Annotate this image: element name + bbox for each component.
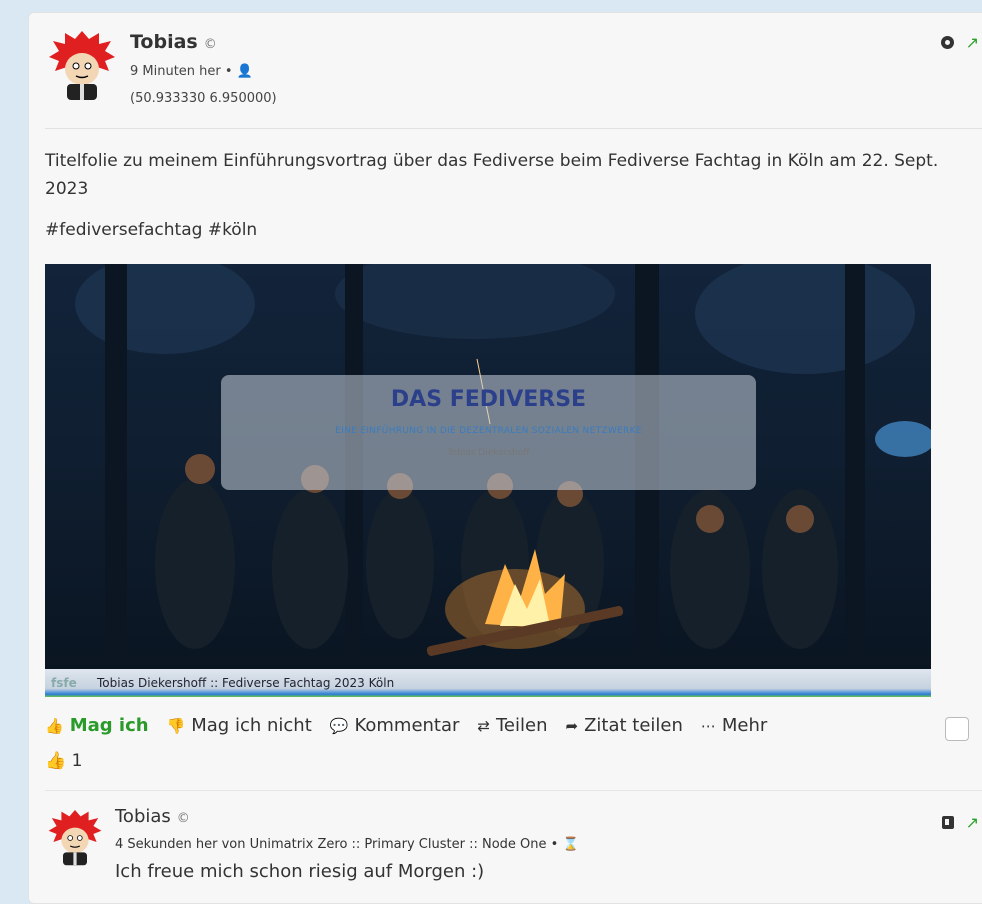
comment-author-text[interactable]: Tobias xyxy=(115,806,171,827)
post-coordinates: (50.933330 6.950000) xyxy=(130,91,277,106)
external-link-icon[interactable]: ↗ xyxy=(966,33,979,52)
post-meta: 9 Minuten her • 👤 xyxy=(130,64,253,79)
comment-divider xyxy=(45,790,982,791)
ellipsis-icon: ⋯ xyxy=(700,716,716,735)
comment-label: Kommentar xyxy=(354,715,460,736)
thumbs-up-icon: 👍 xyxy=(45,716,64,735)
post-body: Titelfolie zu meinem Einführungsvortrag … xyxy=(45,151,939,199)
more-button[interactable]: ⋯ Mehr xyxy=(701,715,767,736)
comment-author-avatar[interactable] xyxy=(47,808,103,868)
post-time[interactable]: 9 Minuten her xyxy=(130,64,221,79)
more-label: Mehr xyxy=(721,715,768,736)
like-button[interactable]: 👍 Mag ich xyxy=(45,715,149,736)
thumbs-up-icon: 👍 xyxy=(45,751,67,771)
comment-meta-text[interactable]: 4 Sekunden her von Unimatrix Zero :: Pri… xyxy=(115,837,547,852)
slide-footer: fsfe Tobias Diekershoff :: Fediverse Fac… xyxy=(45,669,931,697)
creative-commons-icon: © xyxy=(203,37,217,52)
post-image[interactable]: DAS FEDIVERSE EINE EINFÜHRUNG IN DIE DEZ… xyxy=(45,264,931,697)
quote-share-button[interactable]: ➦ Zitat teilen xyxy=(566,715,683,736)
likes-count-value: 1 xyxy=(71,751,83,771)
slide-overlay: DAS FEDIVERSE EINE EINFÜHRUNG IN DIE DEZ… xyxy=(221,375,756,490)
network-icon[interactable] xyxy=(941,816,954,829)
comment-body: Ich freue mich schon riesig auf Morgen :… xyxy=(115,861,485,882)
slide-subtitle: EINE EINFÜHRUNG IN DIE DEZENTRALEN SOZIA… xyxy=(335,426,642,436)
comment-button[interactable]: 💬 Kommentar xyxy=(330,715,460,736)
slide-title: DAS FEDIVERSE xyxy=(390,387,587,412)
post-top-icons: ↗ xyxy=(940,33,979,52)
slide-author: Tobias Diekershoff xyxy=(447,448,530,458)
slide-footer-text: Tobias Diekershoff :: Fediverse Fachtag … xyxy=(97,676,395,690)
share-button[interactable]: ⇄ Teilen xyxy=(477,715,547,736)
user-icon: 👤 xyxy=(236,64,253,79)
comment-icon: 💬 xyxy=(329,716,349,735)
quote-share-label: Zitat teilen xyxy=(584,715,683,736)
thumbs-down-icon: 👎 xyxy=(166,716,186,735)
external-link-icon[interactable]: ↗ xyxy=(966,813,979,832)
dot-circle-icon[interactable] xyxy=(940,36,954,49)
post-hashtags[interactable]: #fediversefachtag #köln xyxy=(45,220,257,240)
author-avatar[interactable] xyxy=(47,29,117,103)
retweet-icon: ⇄ xyxy=(477,716,490,735)
author-name[interactable]: Tobias © xyxy=(130,31,217,53)
author-name-text[interactable]: Tobias xyxy=(130,31,198,53)
comment-meta: 4 Sekunden her von Unimatrix Zero :: Pri… xyxy=(115,837,579,852)
comment-author-name[interactable]: Tobias © xyxy=(115,806,190,827)
post-card: Tobias © 9 Minuten her • 👤 (50.933330 6.9… xyxy=(28,12,982,904)
post-actions: 👍 Mag ich 👎 Mag ich nicht 💬 Kommentar ⇄ … xyxy=(45,715,785,736)
share-arrow-icon: ➦ xyxy=(565,716,579,735)
dislike-button[interactable]: 👎 Mag ich nicht xyxy=(167,715,312,736)
fsfe-logo: fsfe xyxy=(51,676,77,690)
divider xyxy=(45,128,982,129)
creative-commons-icon: © xyxy=(176,811,190,826)
hourglass-icon: ⌛ xyxy=(562,837,579,852)
like-label: Mag ich xyxy=(69,715,149,736)
select-checkbox[interactable] xyxy=(945,717,969,741)
likes-count[interactable]: 👍 1 xyxy=(45,751,82,771)
dislike-label: Mag ich nicht xyxy=(191,715,312,736)
comment-top-icons: ↗ xyxy=(941,813,979,832)
share-label: Teilen xyxy=(496,715,548,736)
